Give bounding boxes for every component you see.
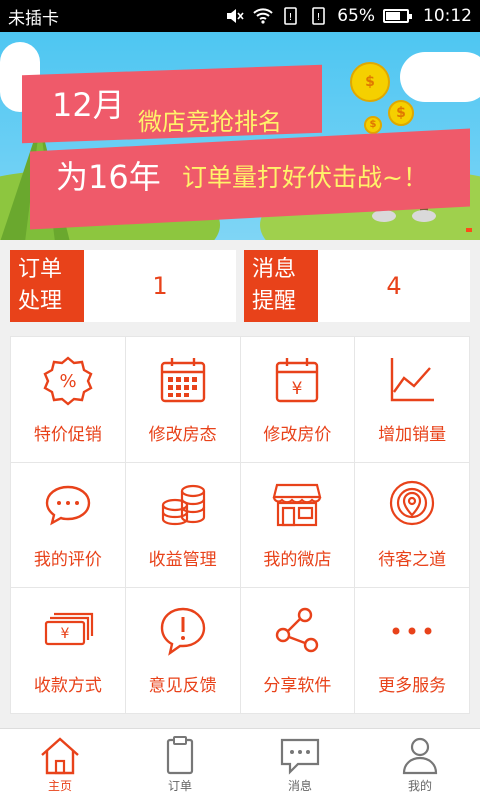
grid-item-hospitality[interactable]: 待客之道 <box>355 462 469 588</box>
grid-item-payment-methods[interactable]: ¥ 收款方式 <box>11 588 125 713</box>
user-icon <box>402 737 438 775</box>
order-processing-label: 订单 处理 <box>10 250 84 322</box>
status-bar: 未插卡 ! ! 65% 10:12 <box>0 0 480 32</box>
no-sim-icon-2: ! <box>312 7 326 25</box>
more-dots-icon <box>392 627 432 635</box>
carrier-text: 未插卡 <box>8 8 59 29</box>
svg-text:!: ! <box>317 12 321 23</box>
grid-item-revenue[interactable]: 收益管理 <box>125 462 240 588</box>
exclamation-bubble-icon <box>160 607 205 656</box>
coin-icon-tiny: $ <box>364 116 382 134</box>
no-sim-icon: ! <box>284 7 298 25</box>
svg-text:!: ! <box>289 12 293 23</box>
grid-item-special-offer[interactable]: % 特价促销 <box>11 337 125 462</box>
carousel-indicator <box>466 228 472 232</box>
tab-profile[interactable]: 我的 <box>360 729 480 800</box>
grid-item-room-status[interactable]: 修改房态 <box>125 337 240 462</box>
storefront-icon <box>272 484 322 527</box>
svg-text:%: % <box>59 371 76 392</box>
svg-text:¥: ¥ <box>292 379 303 399</box>
bottom-tab-bar: 主页 订单 消息 我的 <box>0 728 480 800</box>
order-processing-card[interactable]: 订单 处理 1 <box>10 250 236 322</box>
clock: 10:12 <box>423 6 472 26</box>
message-reminder-card[interactable]: 消息 提醒 4 <box>244 250 470 322</box>
grid-item-room-price[interactable]: ¥ 修改房价 <box>240 337 355 462</box>
chat-bubble-icon <box>45 486 91 526</box>
promo-banner[interactable]: $ $ $ 12月 微店竞抢排名 为16年 订单量打好伏击战~！ <box>0 32 480 240</box>
grid-item-share-app[interactable]: 分享软件 <box>240 588 355 713</box>
grid-item-more-services[interactable]: 更多服务 <box>355 588 469 713</box>
grid-item-my-shop[interactable]: 我的微店 <box>240 462 355 588</box>
battery-icon <box>383 9 412 23</box>
line-chart-icon <box>390 357 435 402</box>
banner-line2-suffix: 订单量打好伏击战~！ <box>182 163 428 192</box>
banner-line2-prefix: 为16年 <box>56 158 161 196</box>
coin-icon: $ <box>350 62 390 102</box>
share-icon <box>276 607 319 653</box>
message-count: 4 <box>386 272 402 300</box>
tab-home[interactable]: 主页 <box>0 729 120 800</box>
tab-orders[interactable]: 订单 <box>120 729 240 800</box>
order-count: 1 <box>152 272 168 300</box>
svg-text:¥: ¥ <box>60 626 69 642</box>
price-calendar-icon: ¥ <box>276 357 319 403</box>
clipboard-icon <box>166 736 194 775</box>
banner-headline: 微店竞抢排名 <box>138 108 282 136</box>
grid-item-feedback[interactable]: 意见反馈 <box>125 588 240 713</box>
discount-badge-icon: % <box>43 356 93 406</box>
cloud <box>400 52 480 102</box>
coins-icon <box>161 485 205 526</box>
coin-icon-small: $ <box>388 100 414 126</box>
service-grid: % 特价促销 修改房态 ¥ 修改房价 增加销量 我的评价 收益管理 我的微店 待… <box>10 336 470 714</box>
banner-month: 12月 <box>52 86 125 124</box>
message-icon <box>280 738 320 775</box>
summary-row: 订单 处理 1 消息 提醒 4 <box>0 240 480 332</box>
calendar-icon <box>160 357 205 403</box>
grid-item-increase-sales[interactable]: 增加销量 <box>355 337 469 462</box>
cash-icon: ¥ <box>44 613 93 646</box>
tab-messages[interactable]: 消息 <box>240 729 360 800</box>
wifi-icon <box>253 8 273 24</box>
home-icon <box>41 737 79 775</box>
location-pin-icon <box>390 481 435 526</box>
mute-icon <box>227 9 244 23</box>
message-reminder-label: 消息 提醒 <box>244 250 318 322</box>
grid-item-my-reviews[interactable]: 我的评价 <box>11 462 125 588</box>
battery-percent: 65% <box>337 6 375 26</box>
